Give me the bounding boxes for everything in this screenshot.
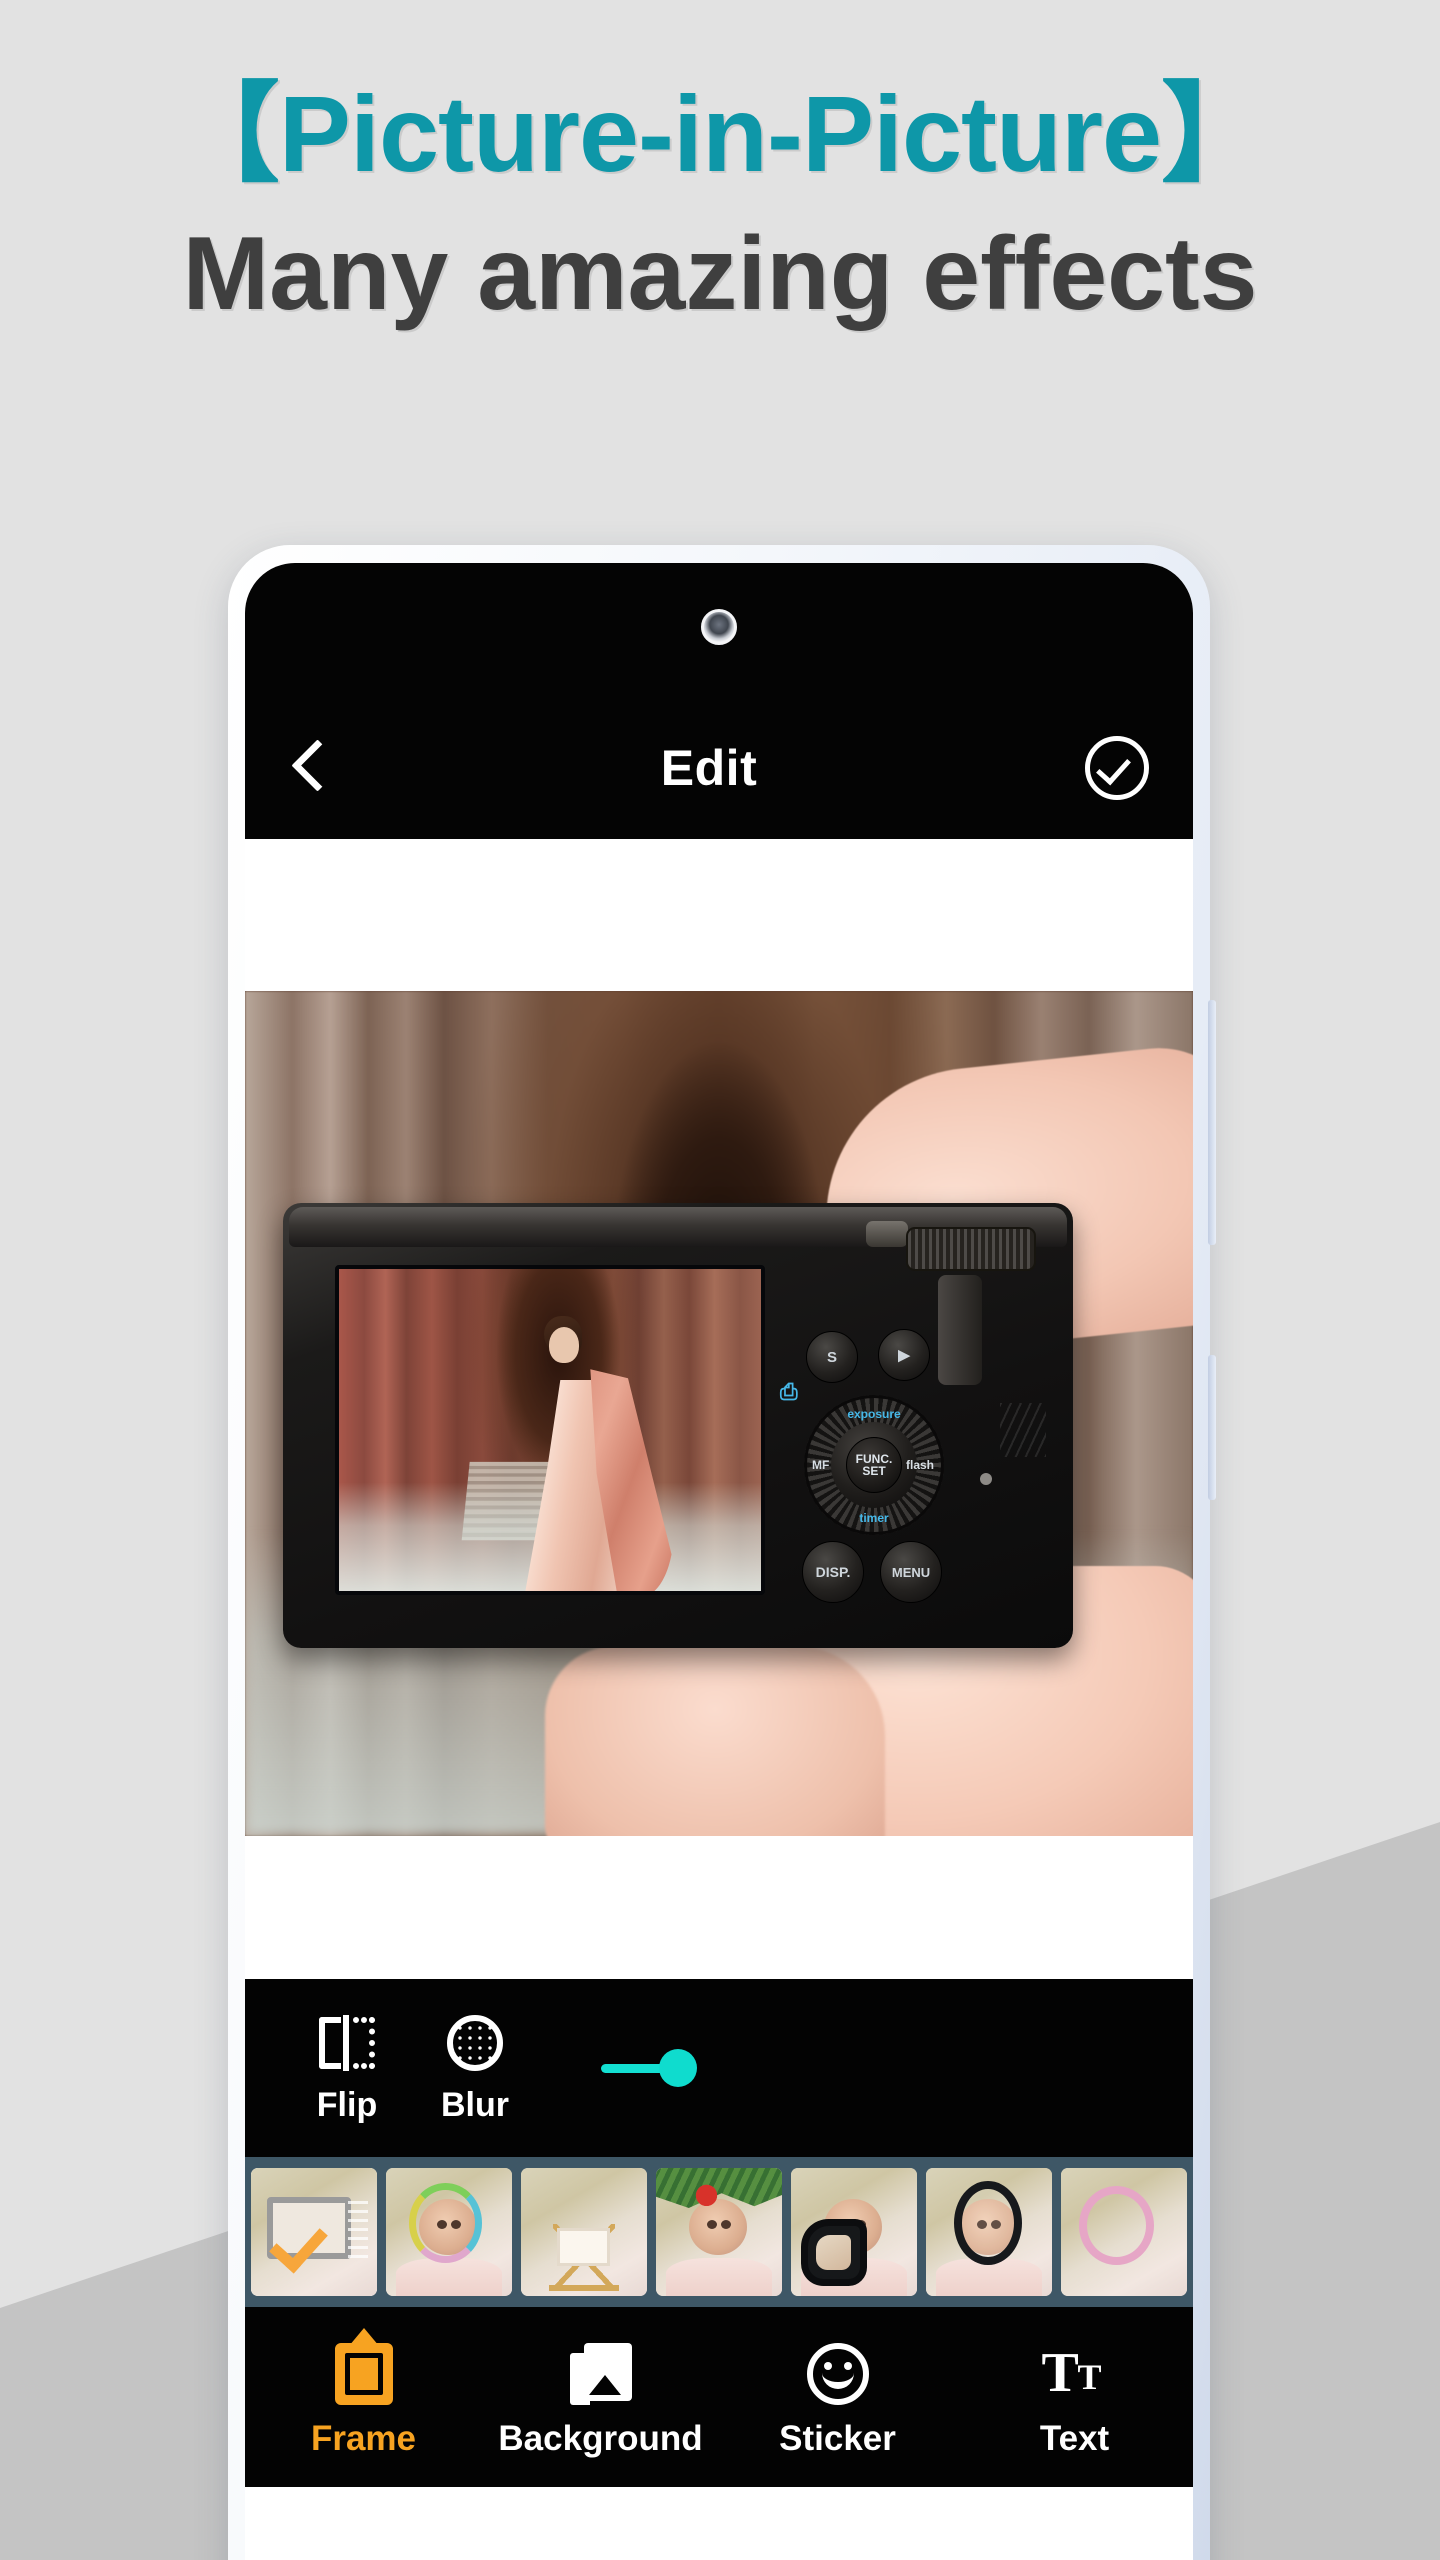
camera-disp-button: DISP. — [802, 1541, 864, 1603]
frame-thumbnail-magnifier[interactable] — [926, 2168, 1052, 2296]
slider-knob[interactable] — [659, 2049, 697, 2087]
flip-tool-button[interactable]: Flip — [283, 2012, 411, 2125]
phone-power-button[interactable] — [1208, 1355, 1216, 1500]
blur-intensity-slider[interactable] — [601, 2048, 751, 2088]
camera-func-set-button: FUNC. SET — [846, 1437, 902, 1493]
camera-dial-left-label: MF — [812, 1458, 830, 1472]
photo-fingers — [545, 1646, 885, 1836]
promo-headline-block: 【Picture-in-Picture】 Many amazing effect… — [0, 70, 1440, 336]
blur-tool-button[interactable]: Blur — [411, 2012, 539, 2125]
camera-zoom-wheel — [906, 1227, 1036, 1271]
camera-speaker-grille — [1000, 1403, 1046, 1457]
blur-dots-icon — [447, 2012, 503, 2074]
nav-item-frame-label: Frame — [310, 2419, 417, 2458]
promo-headline: 【Picture-in-Picture】 — [171, 73, 1269, 194]
camera-dial-ring: exposure flash timer MF FUNC. SET — [804, 1395, 944, 1535]
frame-thumbnail-strip[interactable] — [245, 2157, 1193, 2307]
edit-canvas-area[interactable]: S ▶ ⎙ exposure flash timer MF FUNC. SET … — [245, 839, 1193, 1979]
camera-status-led — [980, 1473, 992, 1485]
header-bar: Edit — [245, 703, 1193, 833]
camera-dial-up-label: exposure — [847, 1407, 901, 1421]
camera-shortcut-button: S — [806, 1331, 858, 1383]
app-header: Edit — [245, 563, 1193, 839]
camera-shutter-button — [866, 1221, 908, 1247]
text-tt-icon: TT — [1041, 2342, 1102, 2404]
frame-thumbnail-none[interactable] — [251, 2168, 377, 2296]
promo-subheadline: Many amazing effects — [182, 216, 1258, 333]
nav-item-background-label: Background — [498, 2419, 703, 2458]
camera-grip — [938, 1275, 982, 1385]
frame-thumbnail-easel[interactable] — [521, 2168, 647, 2296]
nav-item-sticker[interactable]: Sticker — [719, 2335, 956, 2459]
image-stack-icon — [569, 2335, 632, 2413]
nav-item-text[interactable]: TT Text — [956, 2335, 1193, 2459]
camera-playback-button: ▶ — [878, 1329, 930, 1381]
blur-tool-label: Blur — [441, 2085, 509, 2124]
flip-horizontal-icon — [319, 2012, 375, 2074]
page-title: Edit — [660, 740, 758, 796]
camera-menu-button: MENU — [880, 1541, 942, 1603]
flip-tool-label: Flip — [316, 2085, 378, 2124]
frame-thumbnail-oval-rainbow[interactable] — [386, 2168, 512, 2296]
camera-dial-down-label: timer — [859, 1511, 889, 1525]
phone-device-mockup: Edit S ▶ ⎙ exposure flash timer MF FUNC.… — [228, 545, 1216, 2560]
chevron-left-icon[interactable] — [289, 733, 333, 803]
camera-set-label: SET — [862, 1464, 886, 1478]
camera-dial-right-label: flash — [905, 1458, 934, 1472]
photo-camera-body: S ▶ ⎙ exposure flash timer MF FUNC. SET … — [283, 1203, 1073, 1648]
lcd-woman-figure — [512, 1316, 681, 1591]
nav-item-text-label: Text — [1039, 2419, 1110, 2458]
nav-item-sticker-label: Sticker — [779, 2419, 896, 2458]
front-camera-icon — [701, 609, 737, 645]
frame-thumbnail-pink-ring[interactable] — [1061, 2168, 1187, 2296]
camera-lcd-screen — [335, 1265, 765, 1595]
camera-print-icon: ⎙ — [780, 1379, 798, 1404]
smiley-icon — [806, 2335, 869, 2413]
check-circle-icon[interactable] — [1085, 736, 1149, 800]
phone-screen: Edit S ▶ ⎙ exposure flash timer MF FUNC.… — [245, 563, 1193, 2560]
slider-track — [601, 2064, 667, 2073]
nav-item-frame[interactable]: Frame — [245, 2335, 482, 2459]
phone-volume-button[interactable] — [1208, 1000, 1216, 1245]
camera-control-panel: S ▶ ⎙ exposure flash timer MF FUNC. SET … — [780, 1221, 1066, 1638]
nav-item-background[interactable]: Background — [482, 2335, 719, 2459]
edited-photo[interactable]: S ▶ ⎙ exposure flash timer MF FUNC. SET … — [245, 991, 1193, 1836]
frame-thumbnail-christmas[interactable] — [656, 2168, 782, 2296]
woman-head — [549, 1326, 580, 1363]
frame-thumbnail-car-mirror[interactable] — [791, 2168, 917, 2296]
edit-toolbar: Flip Blur — [245, 1979, 1193, 2157]
frame-icon — [334, 2335, 393, 2413]
bottom-navigation-bar: Frame Background Sticker TT Text — [245, 2307, 1193, 2487]
phone-bezel: Edit S ▶ ⎙ exposure flash timer MF FUNC.… — [245, 563, 1193, 2560]
